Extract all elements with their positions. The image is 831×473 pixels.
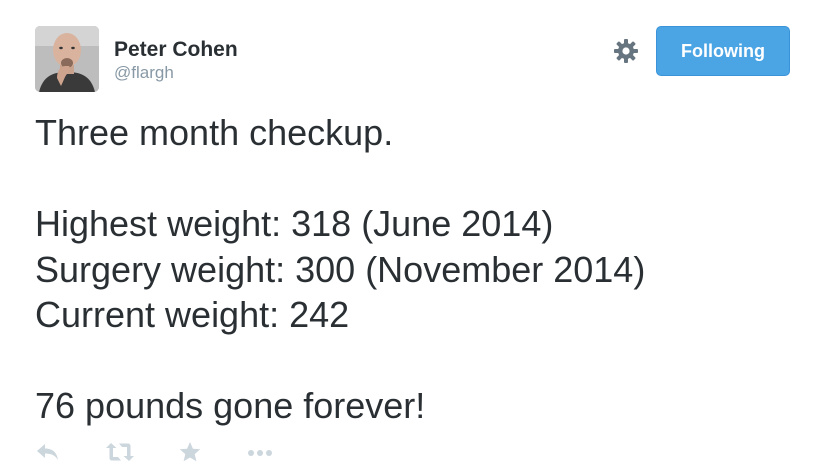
reply-icon[interactable] <box>35 440 61 464</box>
tweet-line: Three month checkup. <box>35 112 394 153</box>
tweet-line: Surgery weight: 300 (November 2014) <box>35 248 646 290</box>
favorite-icon[interactable] <box>178 440 202 464</box>
avatar[interactable] <box>35 26 99 92</box>
tweet-header: Peter Cohen @flargh Following <box>35 26 795 92</box>
user-fullname[interactable]: Peter Cohen <box>114 37 238 63</box>
tweet-line: Highest weight: 318 (June 2014) <box>35 203 554 244</box>
more-icon[interactable] <box>245 440 275 464</box>
retweet-icon[interactable] <box>105 440 135 464</box>
user-names: Peter Cohen @flargh <box>114 37 238 83</box>
tweet-line: Current weight: 242 <box>35 294 350 335</box>
gear-icon[interactable] <box>612 37 640 65</box>
tweet-line: 76 pounds gone forever! <box>35 385 426 426</box>
tweet: Peter Cohen @flargh Following Three mont… <box>0 0 831 473</box>
user-handle[interactable]: @flargh <box>114 63 238 83</box>
tweet-text: Three month checkup. Highest weight: 318… <box>35 110 815 429</box>
following-button[interactable]: Following <box>656 26 790 76</box>
